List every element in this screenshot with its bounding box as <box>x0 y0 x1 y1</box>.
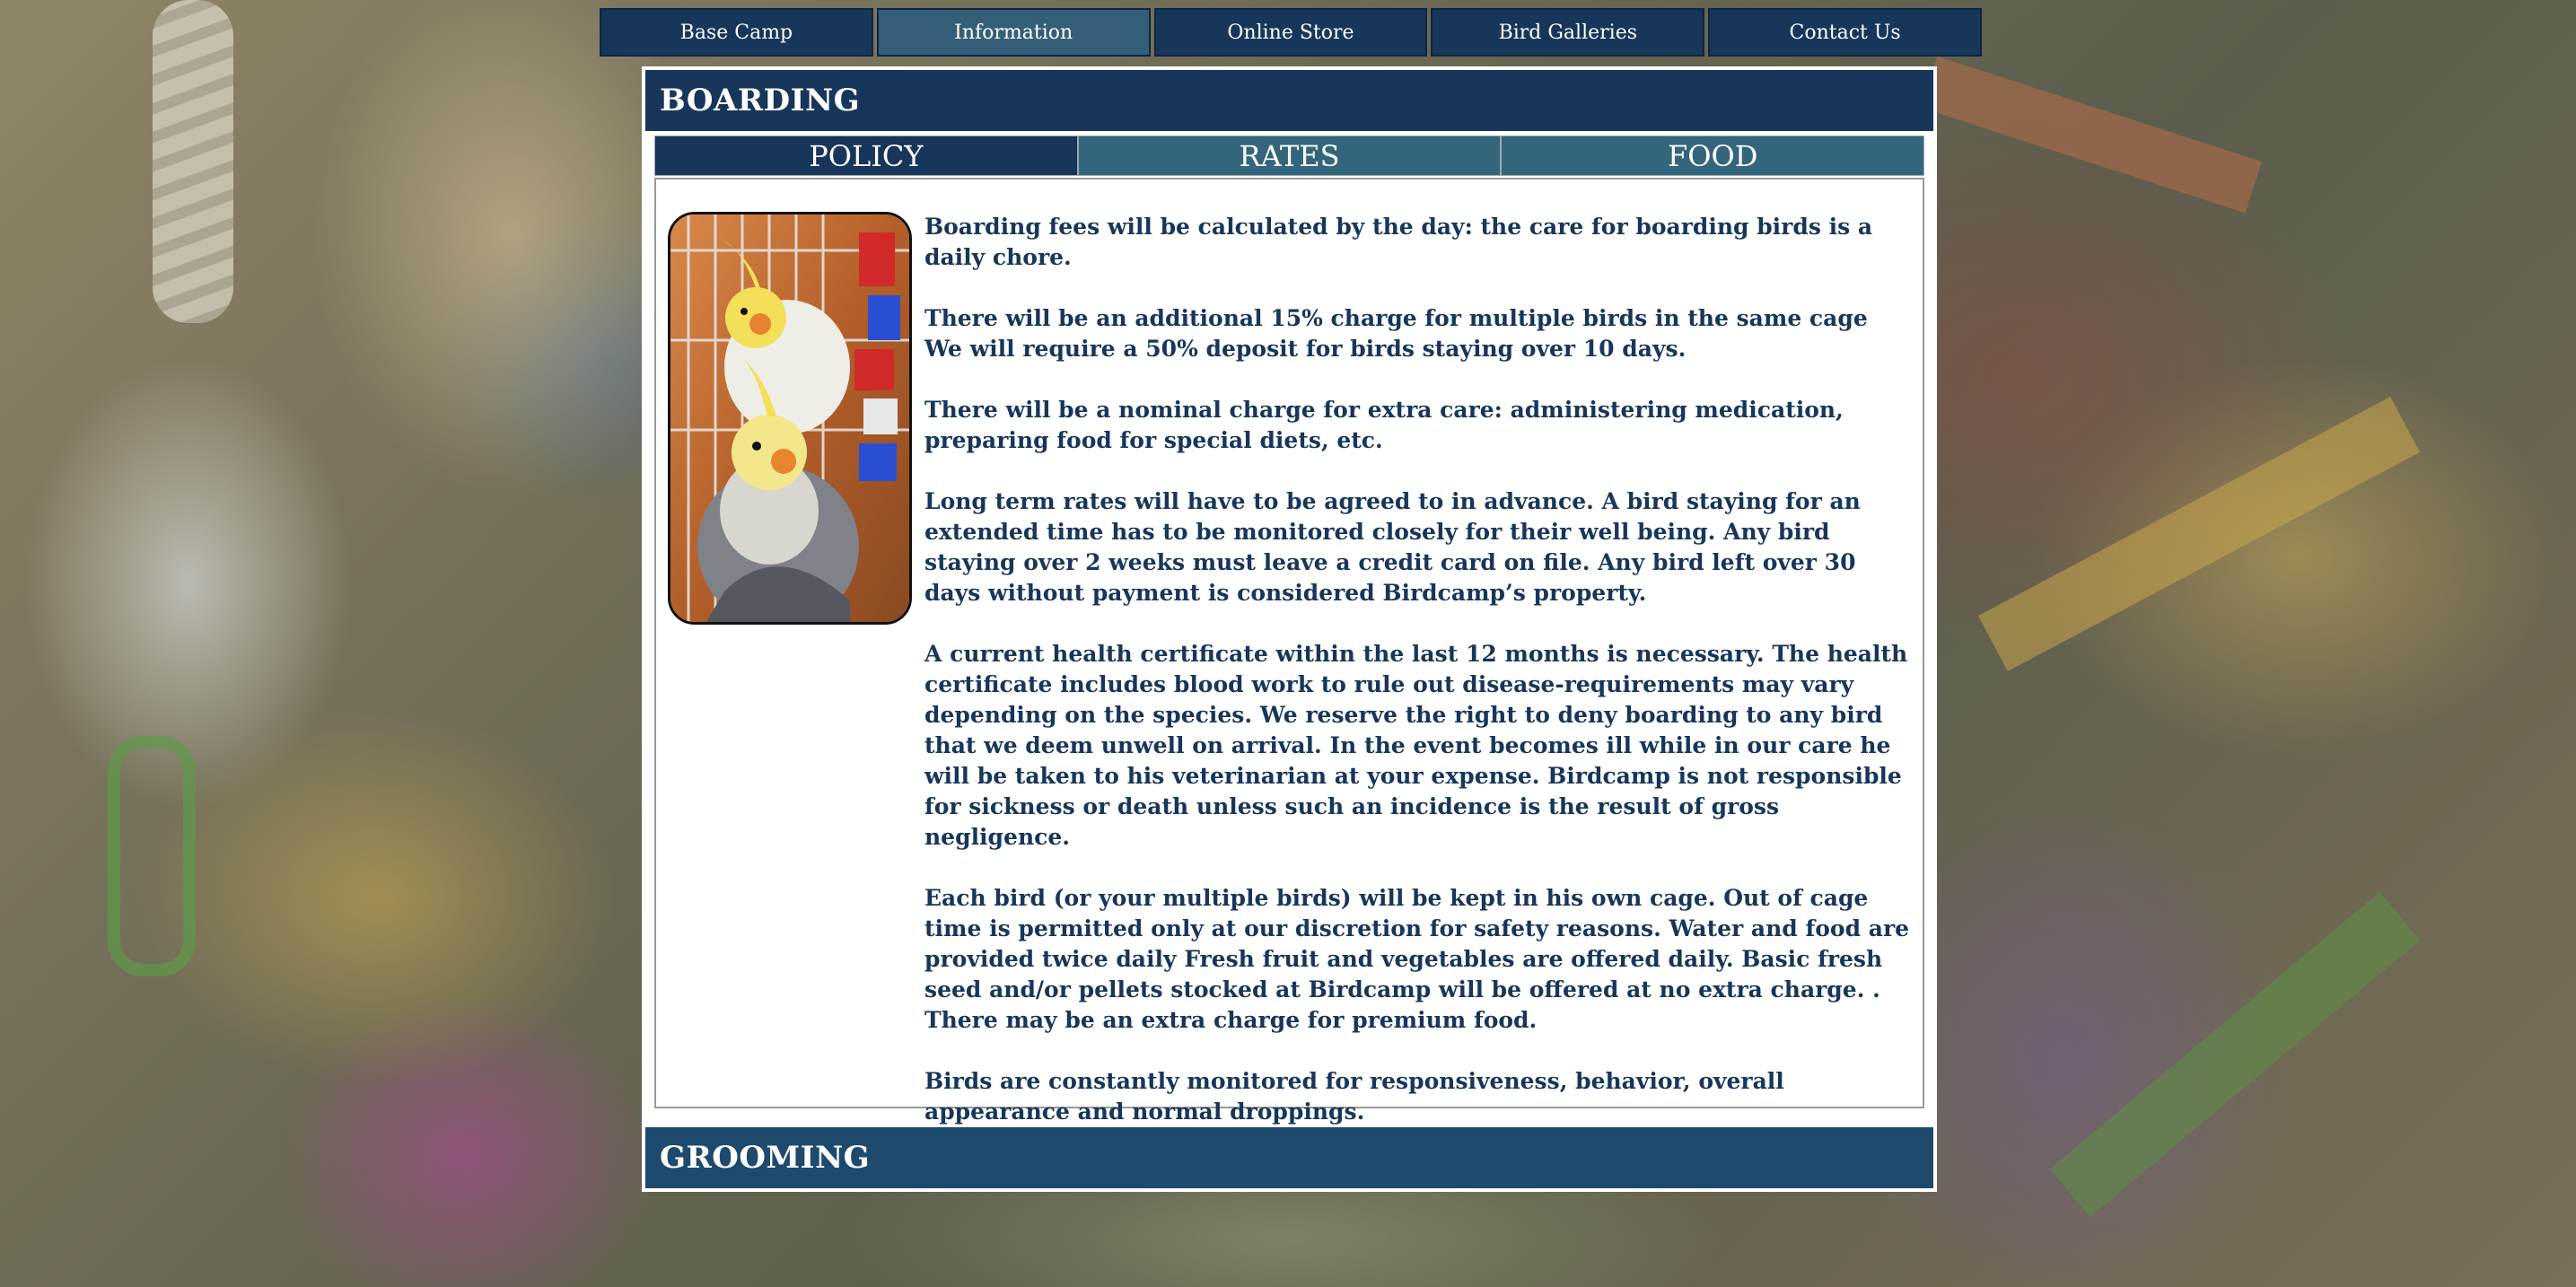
cockatiel-photo <box>668 212 912 625</box>
nav-item-information[interactable]: Information <box>876 8 1151 57</box>
tab-rates[interactable]: RATES <box>1077 136 1502 176</box>
policy-text: Boarding fees will be calculated by the … <box>924 212 1912 1158</box>
grooming-title: GROOMING <box>660 1140 871 1176</box>
policy-paragraph-monitoring: Birds are constantly monitored for respo… <box>924 1068 1784 1125</box>
background-chain <box>108 736 196 976</box>
content-panel: BOARDING POLICY RATES FOOD Boarding fees… <box>642 66 1937 1192</box>
nav-item-base-camp[interactable]: Base Camp <box>600 8 873 57</box>
tab-policy[interactable]: POLICY <box>654 136 1078 176</box>
nav-item-online-store[interactable]: Online Store <box>1153 8 1428 57</box>
nav-item-contact-us[interactable]: Contact Us <box>1708 8 1982 57</box>
background-rope <box>153 0 233 323</box>
nav-item-bird-galleries[interactable]: Bird Galleries <box>1431 8 1705 57</box>
background-toy-stick <box>1978 397 2420 671</box>
policy-paragraph-long-term: Long term rates will have to be agreed t… <box>924 488 1861 606</box>
policy-content: Boarding fees will be calculated by the … <box>654 178 1924 1125</box>
tab-food[interactable]: FOOD <box>1501 136 1925 176</box>
policy-paragraph-health-certificate: A current health certificate within the … <box>924 641 1908 850</box>
boarding-tabs: POLICY RATES FOOD <box>654 136 1925 176</box>
policy-paragraph-extra-care: There will be a nominal charge for extra… <box>924 397 1844 453</box>
policy-paragraph-multiple-birds: There will be an additional 15% charge f… <box>924 305 1868 331</box>
background-toy-stick <box>1921 56 2262 214</box>
main-nav: Base Camp Information Online Store Bird … <box>600 8 1982 57</box>
grooming-section-header[interactable]: GROOMING <box>645 1127 1933 1188</box>
boarding-title: BOARDING <box>660 83 861 118</box>
policy-paragraph-cage-and-food: Each bird (or your multiple birds) will … <box>924 885 1910 1033</box>
policy-paragraph-deposit: We will require a 50% deposit for birds … <box>924 336 1687 362</box>
boarding-section-header[interactable]: BOARDING <box>645 70 1933 131</box>
background-toy-stick <box>2049 891 2421 1218</box>
policy-paragraph-daily-fees: Boarding fees will be calculated by the … <box>924 214 1873 270</box>
